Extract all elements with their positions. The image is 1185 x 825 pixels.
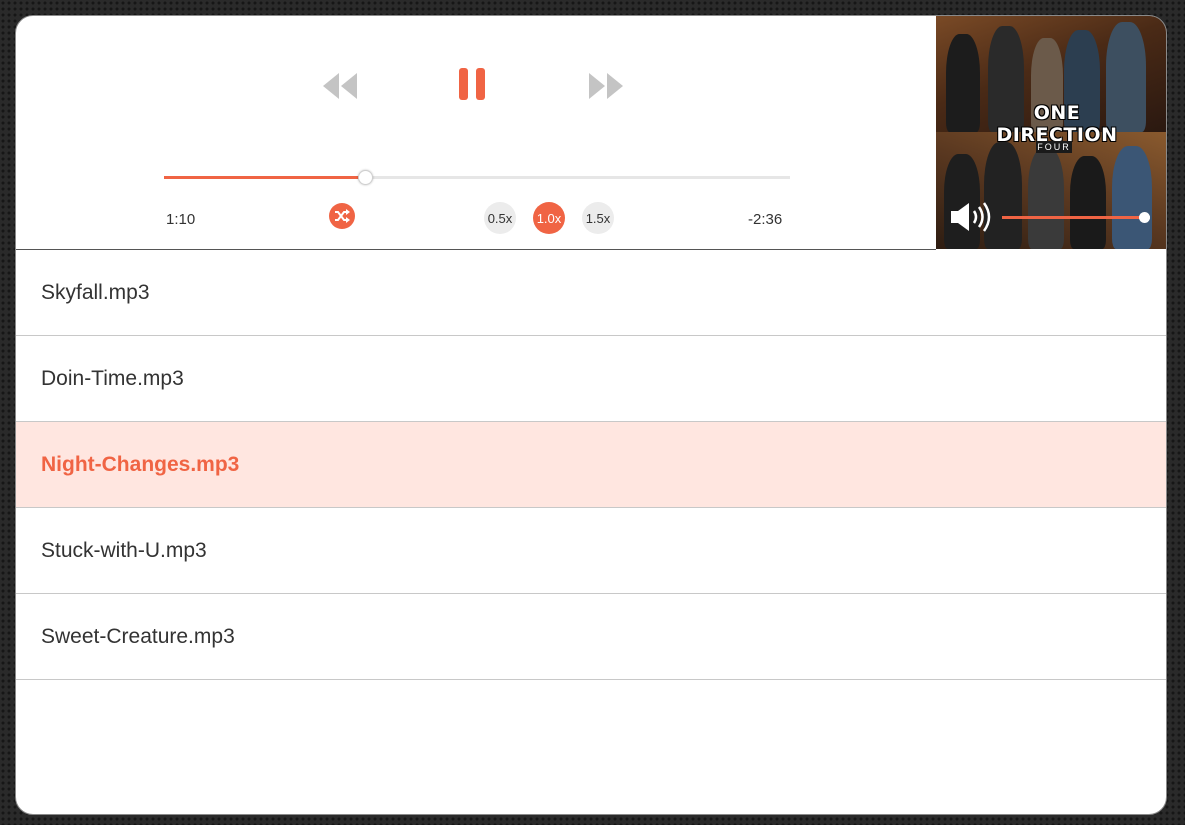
progress-slider[interactable] [164, 168, 790, 188]
speed-0.5x-button[interactable]: 0.5x [484, 202, 516, 234]
time-remaining: -2:36 [748, 211, 783, 228]
rewind-button[interactable] [321, 70, 359, 102]
volume-fill [1002, 216, 1145, 219]
volume-button[interactable] [950, 200, 998, 234]
volume-thumb[interactable] [1139, 212, 1151, 223]
progress-fill [164, 176, 365, 179]
track-name: Night-Changes.mp3 [41, 452, 240, 476]
playlist-item[interactable]: Doin-Time.mp3 [16, 336, 1166, 422]
speed-1.5x-button[interactable]: 1.5x [582, 202, 614, 234]
playlist-item[interactable]: Sweet-Creature.mp3 [16, 594, 1166, 680]
fast-forward-button[interactable] [587, 70, 625, 102]
playlist-item[interactable]: Stuck-with-U.mp3 [16, 508, 1166, 594]
shuffle-icon [335, 209, 350, 223]
playlist: Skyfall.mp3 Doin-Time.mp3 Night-Changes.… [16, 250, 1166, 680]
shuffle-button[interactable] [329, 203, 355, 229]
music-player: 1:10 0.5x 1.0x 1.5x -2:36 ONE DIRECTION … [15, 15, 1167, 815]
speed-1.0x-button[interactable]: 1.0x [533, 202, 565, 234]
playlist-item[interactable]: Skyfall.mp3 [16, 250, 1166, 336]
track-name: Sweet-Creature.mp3 [41, 624, 235, 648]
album-cover: ONE DIRECTION FOUR [936, 16, 1166, 249]
track-name: Skyfall.mp3 [41, 280, 150, 304]
track-name: Stuck-with-U.mp3 [41, 538, 207, 562]
volume-slider[interactable] [1002, 212, 1151, 224]
album-title: ONE DIRECTION [996, 102, 1118, 146]
speed-label: 1.5x [585, 210, 611, 226]
player-controls: 1:10 0.5x 1.0x 1.5x -2:36 [16, 16, 936, 250]
album-subtitle: FOUR [1036, 141, 1072, 153]
volume-up-icon [951, 202, 991, 232]
speed-label: 1.0x [536, 210, 562, 226]
speed-label: 0.5x [487, 210, 513, 226]
fast-forward-icon [589, 73, 623, 99]
pause-icon [459, 68, 485, 100]
rewind-icon [323, 73, 357, 99]
time-elapsed: 1:10 [166, 211, 196, 228]
track-name: Doin-Time.mp3 [41, 366, 184, 390]
progress-thumb[interactable] [358, 170, 374, 185]
playlist-item-active[interactable]: Night-Changes.mp3 [16, 422, 1166, 508]
pause-button[interactable] [457, 66, 487, 102]
